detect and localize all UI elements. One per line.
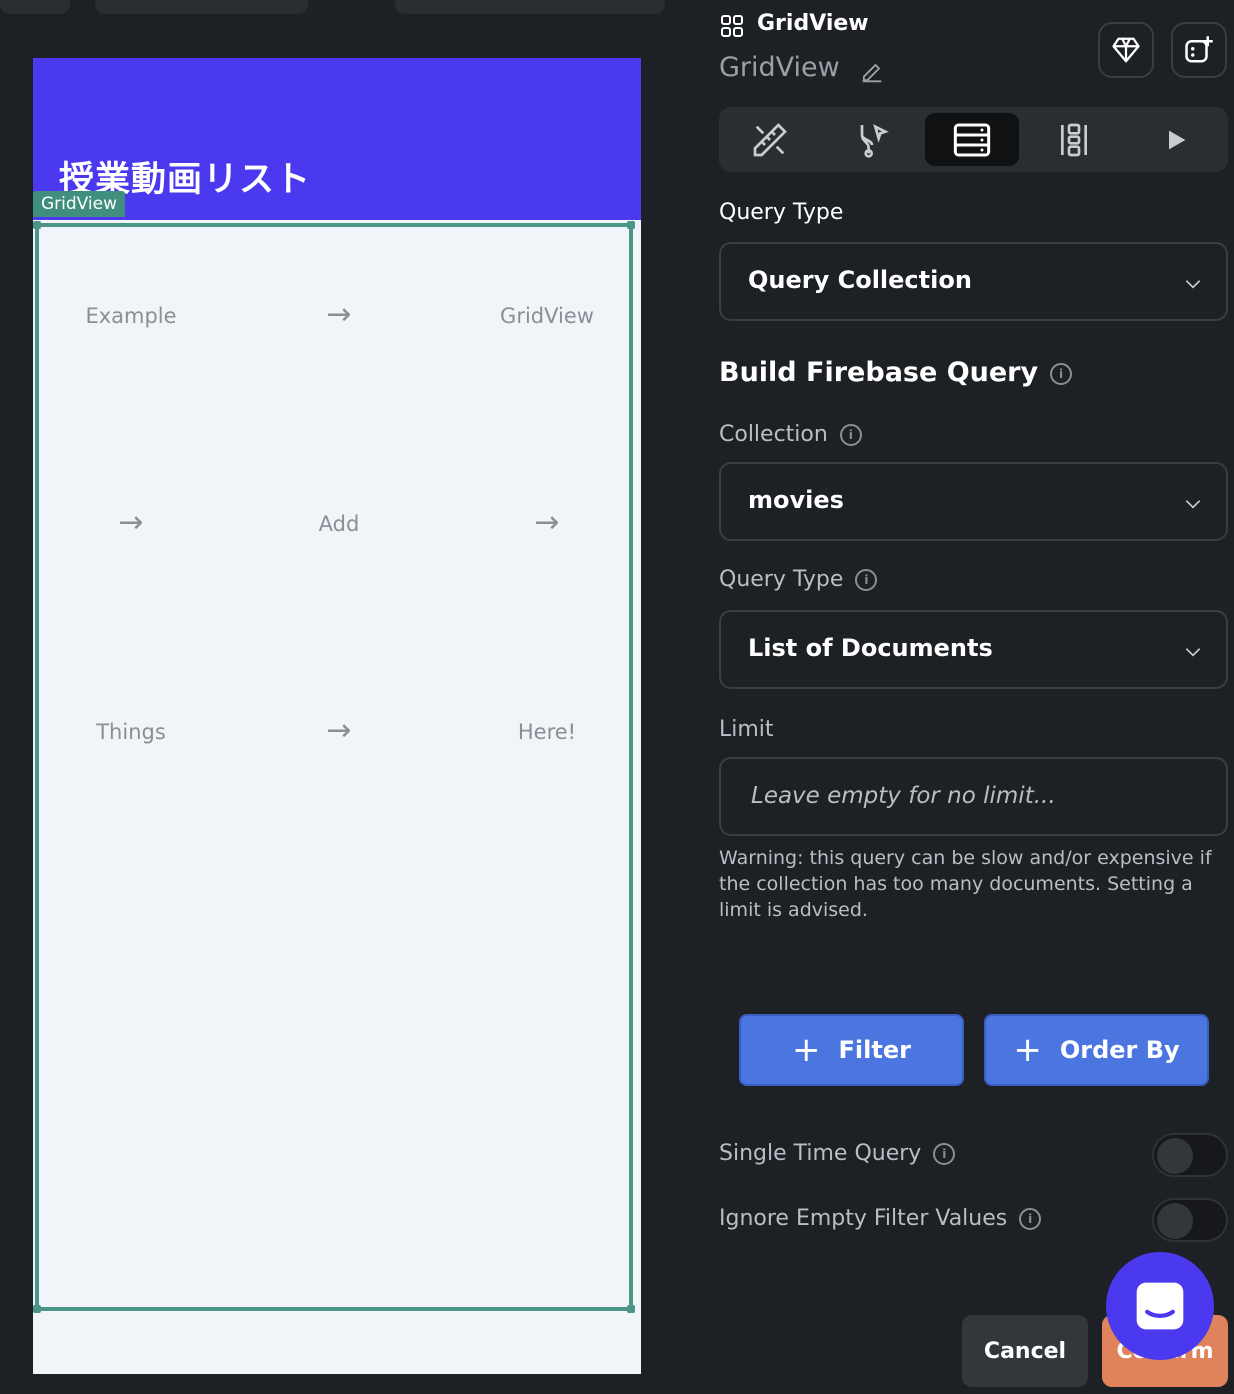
panel-tabs bbox=[719, 107, 1228, 172]
toggle-knob bbox=[1157, 1138, 1193, 1174]
grid-cell[interactable]: → bbox=[447, 505, 647, 540]
database-icon bbox=[953, 123, 991, 156]
grid-cell[interactable]: → bbox=[31, 505, 231, 540]
chevron-down-icon bbox=[1185, 500, 1201, 509]
info-icon[interactable]: i bbox=[855, 569, 878, 591]
phone-preview: 授業動画リスト GridView Example → GridView → Ad… bbox=[33, 58, 641, 1374]
query-type-label-text: Query Type bbox=[719, 567, 844, 592]
info-icon[interactable]: i bbox=[933, 1143, 956, 1165]
info-icon[interactable]: i bbox=[1019, 1208, 1042, 1230]
widget-name[interactable]: GridView bbox=[719, 52, 840, 83]
query-type-value: Query Collection bbox=[748, 266, 972, 294]
grid-cell[interactable]: GridView bbox=[447, 304, 647, 328]
collection-label: Collection i bbox=[719, 422, 862, 447]
add-order-by-label: Order By bbox=[1059, 1036, 1180, 1064]
toolbar-button[interactable] bbox=[95, 0, 308, 14]
resize-handle[interactable] bbox=[33, 221, 41, 229]
grid-cell[interactable]: Example bbox=[31, 304, 231, 328]
toolbar-button[interactable] bbox=[395, 0, 665, 14]
limit-label: Limit bbox=[719, 717, 774, 742]
limit-placeholder: Leave empty for no limit... bbox=[751, 783, 1056, 809]
ignore-empty-filter-row: Ignore Empty Filter Values i bbox=[719, 1206, 1042, 1231]
ruler-pencil-icon bbox=[753, 122, 787, 156]
app-bar[interactable]: 授業動画リスト GridView bbox=[33, 58, 641, 220]
design-canvas: 授業動画リスト GridView Example → GridView → Ad… bbox=[0, 0, 692, 1394]
cancel-button[interactable]: Cancel bbox=[962, 1315, 1088, 1387]
tab-generate-children[interactable] bbox=[1027, 113, 1121, 166]
limit-input[interactable]: Leave empty for no limit... bbox=[719, 757, 1228, 836]
grid-icon bbox=[721, 15, 743, 37]
build-query-heading-text: Build Firebase Query bbox=[719, 357, 1039, 388]
info-icon[interactable]: i bbox=[839, 424, 862, 446]
query-type-section-label: Query Type bbox=[719, 200, 844, 225]
play-icon bbox=[1169, 130, 1186, 149]
pencil-icon[interactable] bbox=[858, 58, 886, 86]
add-order-by-button[interactable]: + Order By bbox=[984, 1014, 1209, 1086]
support-chat-button[interactable] bbox=[1106, 1252, 1214, 1360]
plus-icon: + bbox=[792, 1030, 821, 1070]
children-icon bbox=[1061, 123, 1087, 156]
actions-icon bbox=[860, 123, 889, 158]
collection-dropdown[interactable]: movies bbox=[719, 462, 1228, 541]
single-time-query-row: Single Time Query i bbox=[719, 1141, 956, 1166]
add-filter-label: Filter bbox=[838, 1036, 911, 1064]
single-time-query-toggle[interactable] bbox=[1152, 1133, 1228, 1177]
grid-cell[interactable]: → bbox=[239, 297, 439, 332]
resize-handle[interactable] bbox=[33, 1305, 41, 1313]
resize-handle[interactable] bbox=[627, 1305, 635, 1313]
ignore-empty-filter-toggle[interactable] bbox=[1152, 1198, 1228, 1242]
tab-actions[interactable] bbox=[825, 113, 919, 166]
collection-value: movies bbox=[748, 486, 844, 514]
add-to-library-button[interactable] bbox=[1171, 22, 1227, 78]
collection-label-text: Collection bbox=[719, 422, 828, 447]
toggle-knob bbox=[1157, 1203, 1193, 1239]
build-query-heading: Build Firebase Query i bbox=[719, 357, 1073, 388]
grid-cell[interactable]: → bbox=[239, 713, 439, 748]
list-type-dropdown[interactable]: List of Documents bbox=[719, 610, 1228, 689]
chevron-down-icon bbox=[1185, 280, 1201, 289]
list-type-value: List of Documents bbox=[748, 634, 993, 662]
diamond-icon bbox=[1112, 37, 1140, 63]
toolbar-button[interactable] bbox=[0, 0, 70, 14]
gridview-tag[interactable]: GridView bbox=[33, 191, 126, 217]
tab-properties[interactable] bbox=[723, 113, 817, 166]
widget-type-title: GridView bbox=[757, 11, 869, 36]
query-type-dropdown[interactable]: Query Collection bbox=[719, 242, 1228, 321]
plus-icon: + bbox=[1013, 1030, 1042, 1070]
query-type-label: Query Type i bbox=[719, 567, 878, 592]
gridview-widget[interactable]: Example → GridView → Add → Things → Here… bbox=[33, 221, 635, 1313]
single-time-query-label: Single Time Query bbox=[719, 1141, 922, 1166]
grid-cell[interactable]: Add bbox=[239, 512, 439, 536]
add-filter-button[interactable]: + Filter bbox=[739, 1014, 964, 1086]
tab-preview[interactable] bbox=[1129, 113, 1223, 166]
resize-handle[interactable] bbox=[627, 221, 635, 229]
properties-panel: GridView GridView Query Type Query Colle… bbox=[692, 0, 1234, 1394]
widget-add-icon bbox=[1185, 36, 1213, 63]
ignore-empty-filter-label: Ignore Empty Filter Values bbox=[719, 1206, 1008, 1231]
chevron-down-icon bbox=[1185, 648, 1201, 657]
chat-icon bbox=[1136, 1282, 1184, 1330]
grid-cell[interactable]: Things bbox=[31, 720, 231, 744]
premium-button[interactable] bbox=[1098, 22, 1154, 78]
tab-backend-query[interactable] bbox=[925, 113, 1019, 166]
info-icon[interactable]: i bbox=[1050, 362, 1073, 385]
limit-warning: Warning: this query can be slow and/or e… bbox=[719, 847, 1212, 921]
grid-cell[interactable]: Here! bbox=[447, 720, 647, 744]
